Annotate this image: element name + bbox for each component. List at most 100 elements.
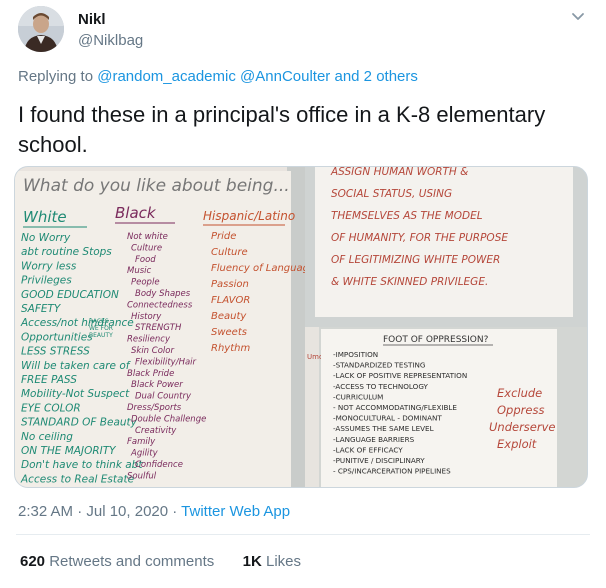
column-white-item: Privileges: [21, 275, 72, 287]
oppression-side-word: Exploit: [497, 437, 537, 451]
tweet-photo[interactable]: What do you like about being... White Bl…: [14, 166, 588, 488]
source-link[interactable]: Twitter Web App: [181, 503, 290, 520]
column-black-item: Confidence: [135, 460, 183, 470]
column-white-item: EYE COLOR: [21, 402, 81, 414]
tweet-meta: 2:32 AM · Jul 10, 2020 · Twitter Web App: [18, 503, 290, 520]
top-right-line: THEMSELVES AS THE MODEL: [331, 210, 483, 222]
oppression-side-word: Oppress: [497, 403, 544, 417]
oppression-item: -IMPOSITION: [333, 350, 378, 359]
column-header-black: Black: [115, 204, 157, 222]
oppression-item: -ASSUMES THE SAME LEVEL: [333, 424, 434, 433]
column-black-item: Culture: [131, 243, 162, 253]
column-white-item: Worry less: [21, 260, 77, 272]
top-right-line: OF HUMANITY, FOR THE PURPOSE: [331, 232, 508, 244]
column-white-item: Will be taken care of: [21, 360, 132, 372]
column-black-item: Black Pride: [127, 369, 174, 379]
column-white-item: ON THE MAJORITY: [21, 445, 117, 457]
column-white-item: Opportunities: [21, 331, 93, 343]
column-white-item: No Worry: [21, 232, 71, 244]
column-black-item: Family: [127, 437, 156, 447]
top-right-line: & WHITE SKINNED PRIVILEGE.: [331, 276, 488, 288]
column-hispanic-item: Rhythm: [211, 343, 250, 354]
oppression-item: -STANDARDIZED TESTING: [333, 361, 426, 370]
left-tab-note: Umo: [307, 353, 323, 361]
tweet-stats: 620 Retweets and comments 1K Likes: [20, 553, 301, 570]
column-white-item: LESS STRESS: [21, 346, 90, 358]
tweet-text: I found these in a principal's office in…: [18, 102, 546, 157]
column-white-item: STANDARD OF Beauty: [21, 417, 138, 429]
column-white-item: GOOD EDUCATION: [21, 289, 119, 301]
oppression-item: -LACK OF POSITIVE REPRESENTATION: [333, 371, 467, 380]
oppression-item: -MONOCULTURAL - DOMINANT: [333, 414, 442, 423]
column-hispanic-item: Pride: [211, 231, 236, 242]
reply-context: Replying to @random_academic @AnnCoulter…: [18, 68, 418, 85]
column-black-item: Creativity: [135, 426, 177, 436]
oppression-item: - CPS/INCARCERATION PIPELINES: [333, 467, 451, 476]
oppression-item: -CURRICULUM: [333, 392, 383, 401]
middle-note-item: RACES: [89, 318, 109, 325]
top-right-line: ASSIGN HUMAN WORTH &: [330, 167, 468, 178]
column-black-item: STRENGTH: [135, 323, 182, 333]
mention-others-link[interactable]: and 2 others: [334, 68, 417, 85]
column-black-item: Not white: [127, 232, 168, 242]
likes-label[interactable]: Likes: [266, 553, 301, 570]
column-hispanic-item: Culture: [211, 247, 248, 258]
column-white-item: SAFETY: [21, 303, 62, 315]
display-name[interactable]: Nikl: [78, 10, 143, 29]
oppression-item: -ACCESS TO TECHNOLOGY: [333, 382, 429, 391]
oppression-item: - NOT ACCOMMODATING/FLEXIBLE: [333, 403, 457, 412]
column-header-hispanic: Hispanic/Latino: [203, 209, 295, 223]
avatar[interactable]: [18, 6, 64, 52]
column-black-item: Agility: [130, 449, 159, 459]
column-hispanic-item: Fluency of Language: [211, 263, 315, 274]
column-white-item: No ceiling: [21, 431, 73, 443]
reply-prefix: Replying to: [18, 68, 94, 85]
oppression-item: -LACK OF EFFICACY: [333, 445, 403, 454]
column-white-item: abt routine Stops: [21, 246, 112, 258]
column-white-item: FREE PASS: [21, 374, 77, 386]
column-black-item: Double Challenge: [131, 414, 206, 424]
middle-note-item: BEAUTY: [89, 332, 113, 339]
column-black-item: Dress/Sports: [127, 403, 182, 413]
chart-title: What do you like about being...: [23, 176, 290, 196]
oppression-item: -PUNITIVE / DISCIPLINARY: [333, 456, 425, 465]
column-hispanic-item: Beauty: [211, 311, 247, 322]
timestamp[interactable]: 2:32 AM · Jul 10, 2020 ·: [18, 503, 177, 520]
retweets-count[interactable]: 620: [20, 553, 45, 570]
mention-link[interactable]: @AnnCoulter: [240, 68, 330, 85]
column-black-item: Music: [127, 266, 152, 276]
likes-count[interactable]: 1K: [243, 553, 262, 570]
column-black-item: Food: [135, 255, 156, 265]
top-right-line: SOCIAL STATUS, USING: [331, 188, 452, 200]
middle-note-item: WE FOR: [89, 325, 113, 332]
column-black-item: Skin Color: [131, 346, 174, 356]
author-names: Nikl @Niklbag: [78, 10, 143, 50]
column-black-item: Connectedness: [127, 300, 193, 310]
column-white-item: Mobility-Not Suspect: [21, 388, 130, 400]
column-black-item: Flexibility/Hair: [135, 357, 197, 367]
column-black-item: Dual Country: [135, 392, 192, 402]
handle[interactable]: @Niklbag: [78, 31, 143, 50]
oppression-side-word: Underserve: [489, 420, 555, 434]
column-black-item: Resiliency: [127, 335, 171, 345]
column-hispanic-item: Passion: [211, 279, 249, 290]
tweet-header: Nikl @Niklbag: [18, 6, 588, 52]
oppression-side-word: Exclude: [497, 386, 542, 400]
column-white-item: Access/not hindrance: [20, 317, 134, 329]
column-white-item: Don't have to think abt: [21, 459, 143, 471]
column-hispanic-item: FLAVOR: [211, 295, 250, 306]
oppression-title: FOOT OF OPPRESSION?: [383, 335, 489, 345]
top-right-line: OF LEGITIMIZING WHITE POWER: [331, 254, 500, 266]
chevron-down-icon[interactable]: [570, 8, 586, 24]
column-hispanic-item: Sweets: [211, 327, 247, 338]
mention-link[interactable]: @random_academic: [97, 68, 236, 85]
column-black-item: History: [131, 312, 162, 322]
retweets-label[interactable]: Retweets and comments: [49, 553, 214, 570]
column-black-item: Body Shapes: [135, 289, 191, 299]
column-black-item: Black Power: [131, 380, 183, 390]
column-black-item: Soulful: [127, 471, 157, 481]
column-black-item: People: [131, 278, 160, 288]
tweet-card: Nikl @Niklbag Replying to @random_academ…: [0, 0, 606, 588]
column-white-item: Access to Real Estate: [20, 473, 134, 485]
divider: [16, 534, 590, 535]
